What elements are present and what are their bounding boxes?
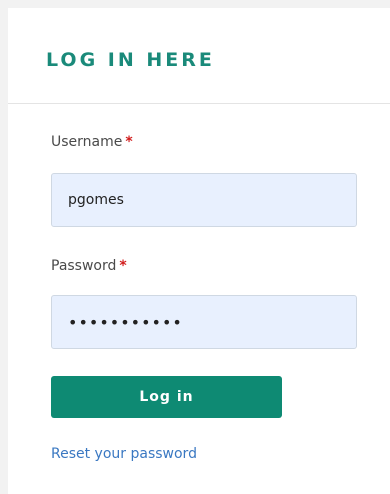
username-label-text: Username	[51, 134, 123, 150]
page-title: LOG IN HERE	[46, 49, 215, 71]
password-input[interactable]	[51, 295, 357, 349]
username-input[interactable]	[51, 173, 357, 227]
reset-password-link[interactable]: Reset your password	[51, 446, 197, 462]
login-button[interactable]: Log in	[51, 376, 282, 418]
required-marker: *	[119, 258, 127, 274]
password-label-text: Password	[51, 258, 117, 274]
required-marker: *	[125, 134, 133, 150]
login-header: LOG IN HERE	[8, 8, 390, 104]
username-label: Username *	[51, 134, 133, 150]
password-label: Password *	[51, 258, 127, 274]
login-panel: LOG IN HERE Username* Password* Log in R…	[8, 8, 390, 494]
